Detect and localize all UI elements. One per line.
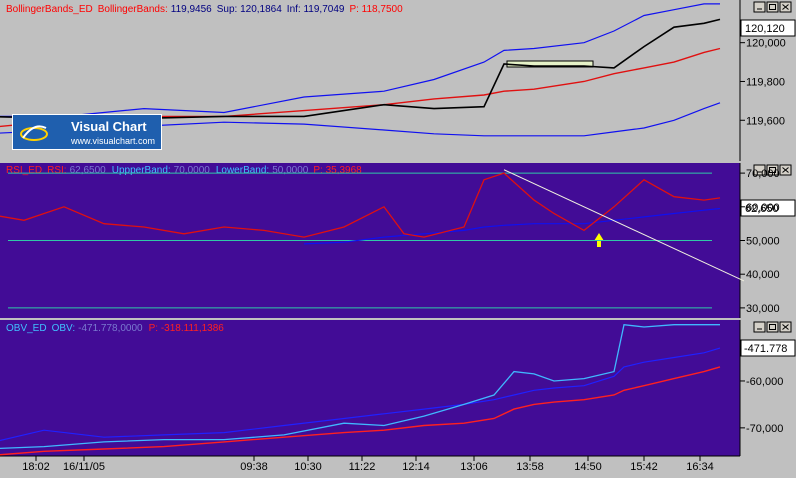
obv-tick-label: -70,000 <box>746 423 783 435</box>
logo-url: www.visualchart.com <box>71 136 156 146</box>
time-axis <box>0 456 796 473</box>
obv-header: OBV_ED OBV: -471.778,0000 P: -318.111,1386 <box>6 323 224 334</box>
maximize-icon[interactable] <box>766 321 779 333</box>
rsi-tick-label: 60,000 <box>746 202 780 214</box>
rsi-tick-label: 30,000 <box>746 303 780 315</box>
time-tick-label: 12:14 <box>402 461 430 473</box>
time-tick-label: 15:42 <box>630 461 658 473</box>
price-tick-label: 119,600 <box>746 115 785 127</box>
obv-last-value: -471.778 <box>744 343 787 355</box>
time-tick-label: 13:58 <box>516 461 544 473</box>
price-last-value-box: 120,120 <box>740 19 796 37</box>
time-tick-label: 11:22 <box>349 461 376 473</box>
time-tick-label: 16/11/05 <box>63 461 105 473</box>
maximize-icon[interactable] <box>766 1 779 13</box>
trading-chart-window: BollingerBands_ED BollingerBands: 119,9456… <box>0 0 796 473</box>
chart-canvas: BollingerBands_ED BollingerBands: 119,9456… <box>0 0 796 473</box>
time-tick-label: 14:50 <box>574 461 602 473</box>
time-tick-label: 10:30 <box>294 461 322 473</box>
time-tick-label: 16:34 <box>686 461 714 473</box>
price-window-buttons <box>753 1 792 13</box>
logo-swoosh-icon <box>20 125 48 141</box>
time-tick-label: 13:06 <box>460 461 488 473</box>
obv-last-value-box: -471.778 <box>740 339 796 357</box>
minimize-icon[interactable] <box>753 1 766 13</box>
logo-title: Visual Chart <box>71 119 147 134</box>
rsi-tick-label: 50,000 <box>746 236 780 248</box>
rsi-tick-label: 70,000 <box>746 168 780 180</box>
minimize-icon[interactable] <box>753 321 766 333</box>
obv-tick-label: -60,000 <box>746 376 783 388</box>
obv-window-buttons <box>753 321 792 333</box>
price-last-value: 120,120 <box>745 23 785 35</box>
price-header: BollingerBands_ED BollingerBands: 119,9456… <box>6 4 403 15</box>
price-tick-label: 119,800 <box>746 76 785 88</box>
time-tick-label: 18:02 <box>22 461 50 473</box>
obv-panel <box>0 320 740 456</box>
rsi-tick-label: 40,000 <box>746 269 780 281</box>
visual-chart-logo: Visual Chart www.visualchart.com <box>12 114 162 150</box>
price-tick-label: 120,000 <box>746 38 786 50</box>
time-tick-label: 09:38 <box>240 461 268 473</box>
